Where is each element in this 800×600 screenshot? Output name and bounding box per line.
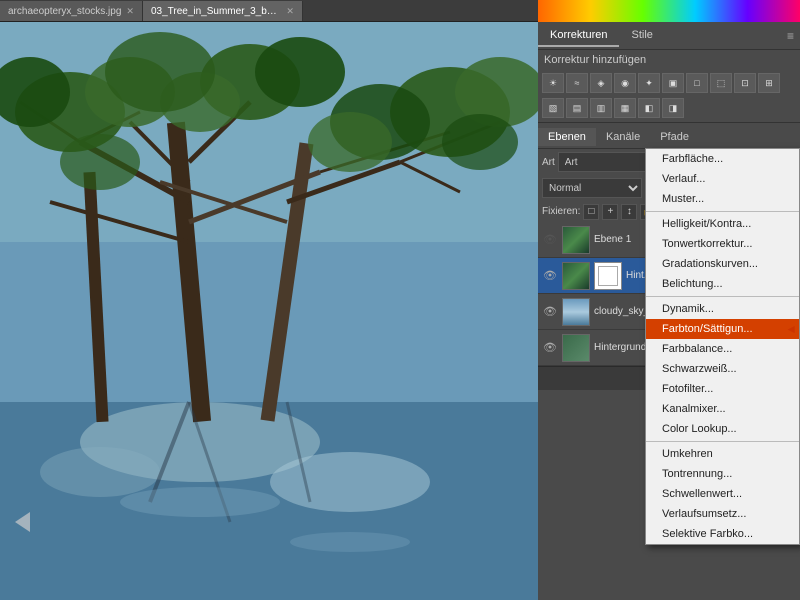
fixieren-icon-2[interactable]: + [602, 204, 618, 220]
fixieren-icon-3[interactable]: ↕ [621, 204, 637, 220]
menu-tonwert[interactable]: Tonwertkorrektur... [646, 234, 799, 254]
tab-label-2: 03_Tree_in_Summer_3_by_archaeopteryx_sto… [151, 6, 281, 17]
layer-thumb-hint [562, 262, 590, 290]
dropdown-menu: Farbfläche... Verlauf... Muster... Helli… [645, 148, 800, 545]
menu-verlauf[interactable]: Verlauf... [646, 169, 799, 189]
layer-thumb-ebene1 [562, 226, 590, 254]
canvas-tab-2[interactable]: 03_Tree_in_Summer_3_by_archaeopteryx_sto… [143, 1, 303, 21]
blend-mode-select[interactable]: Normal [542, 178, 642, 198]
menu-kanalmixer[interactable]: Kanalmixer... [646, 399, 799, 419]
canvas-image [0, 22, 538, 600]
corr-icon-gradient-map[interactable]: ▦ [614, 98, 636, 118]
tab-stile[interactable]: Stile [619, 25, 664, 47]
menu-divider-1 [646, 211, 799, 212]
canvas-tabs: archaeopteryx_stocks.jpg ✕ 03_Tree_in_Su… [0, 0, 538, 22]
arrow-indicator: ◄ [785, 322, 797, 336]
layer-eye-ebene1[interactable]: 👁 [542, 233, 558, 246]
menu-gradation[interactable]: Gradationskurven... [646, 254, 799, 274]
layer-mask-hint [594, 262, 622, 290]
corr-icon-invert[interactable]: ▧ [542, 98, 564, 118]
menu-farbbalance[interactable]: Farbbalance... [646, 339, 799, 359]
layer-eye-bg[interactable]: 👁 [542, 341, 558, 354]
tab-ebenen[interactable]: Ebenen [538, 128, 596, 146]
corr-icon-hue[interactable]: ▣ [662, 73, 684, 93]
corr-icon-brightness[interactable]: ☀ [542, 73, 564, 93]
corr-icon-bw[interactable]: ⬚ [710, 73, 732, 93]
layer-eye-hint[interactable]: 👁 [542, 269, 558, 282]
tree-svg [0, 22, 538, 600]
canvas-tab-1[interactable]: archaeopteryx_stocks.jpg ✕ [0, 1, 143, 21]
close-tab-1[interactable]: ✕ [126, 6, 134, 17]
color-gradient-bar [538, 0, 800, 22]
correction-icons-row1: ☀ ≈ ◈ ◉ ✦ ▣ □ ⬚ ⊡ ⊞ [538, 70, 800, 96]
panel-menu-icon[interactable]: ≡ [787, 29, 794, 43]
menu-umkehren[interactable]: Umkehren [646, 444, 799, 464]
corr-icon-colorbalance[interactable]: □ [686, 73, 708, 93]
menu-muster[interactable]: Muster... [646, 189, 799, 209]
tab-pfade[interactable]: Pfade [650, 128, 699, 146]
corr-icon-lookup[interactable]: ◨ [662, 98, 684, 118]
corr-icon-selective[interactable]: ◧ [638, 98, 660, 118]
corrections-header: Korrektur hinzufügen [538, 50, 800, 70]
corr-icon-posterize[interactable]: ▤ [566, 98, 588, 118]
nature-background [0, 22, 538, 600]
layer-eye-sky[interactable]: 👁 [542, 305, 558, 318]
menu-farbton[interactable]: Farbton/Sättigun... [646, 319, 799, 339]
canvas-area: archaeopteryx_stocks.jpg ✕ 03_Tree_in_Su… [0, 0, 538, 600]
layers-tabs: Ebenen Kanäle Pfade [538, 125, 800, 149]
corr-icon-vibrance[interactable]: ✦ [638, 73, 660, 93]
close-tab-2[interactable]: ✕ [286, 6, 294, 17]
menu-fotofilter[interactable]: Fotofilter... [646, 379, 799, 399]
menu-schwellenwert[interactable]: Schwellenwert... [646, 484, 799, 504]
tab-label-1: archaeopteryx_stocks.jpg [8, 6, 121, 17]
fixieren-label: Fixieren: [542, 206, 580, 217]
corr-icon-curves[interactable]: ◈ [590, 73, 612, 93]
correction-icons-row2: ▧ ▤ ▥ ▦ ◧ ◨ [538, 96, 800, 120]
menu-divider-3 [646, 441, 799, 442]
corr-icon-threshold[interactable]: ▥ [590, 98, 612, 118]
layers-type-label: Art [542, 157, 555, 168]
corr-icon-exposure[interactable]: ◉ [614, 73, 636, 93]
menu-colorlookup[interactable]: Color Lookup... [646, 419, 799, 439]
panel-tabs: Korrekturen Stile ≡ [538, 22, 800, 50]
corr-icon-channelmixer[interactable]: ⊞ [758, 73, 780, 93]
menu-dynamik[interactable]: Dynamik... [646, 299, 799, 319]
layer-thumb-sky [562, 298, 590, 326]
fixieren-icon-1[interactable]: □ [583, 204, 599, 220]
tab-korrekturen[interactable]: Korrekturen [538, 25, 619, 47]
menu-belichtung[interactable]: Belichtung... [646, 274, 799, 294]
menu-selektive[interactable]: Selektive Farbko... [646, 524, 799, 544]
panel-divider-1 [538, 122, 800, 123]
tab-kanaele[interactable]: Kanäle [596, 128, 650, 146]
menu-helligkeit[interactable]: Helligkeit/Kontra... [646, 214, 799, 234]
corr-icon-levels[interactable]: ≈ [566, 73, 588, 93]
menu-tontrennung[interactable]: Tontrennung... [646, 464, 799, 484]
menu-farbflaeche[interactable]: Farbfläche... [646, 149, 799, 169]
corr-icon-photofilter[interactable]: ⊡ [734, 73, 756, 93]
menu-farbton-container: Farbton/Sättigun... ◄ [646, 319, 799, 339]
menu-verlaufsumsetz[interactable]: Verlaufsumsetz... [646, 504, 799, 524]
menu-divider-2 [646, 296, 799, 297]
menu-schwarzweiss[interactable]: Schwarzweiß... [646, 359, 799, 379]
layer-thumb-bg [562, 334, 590, 362]
